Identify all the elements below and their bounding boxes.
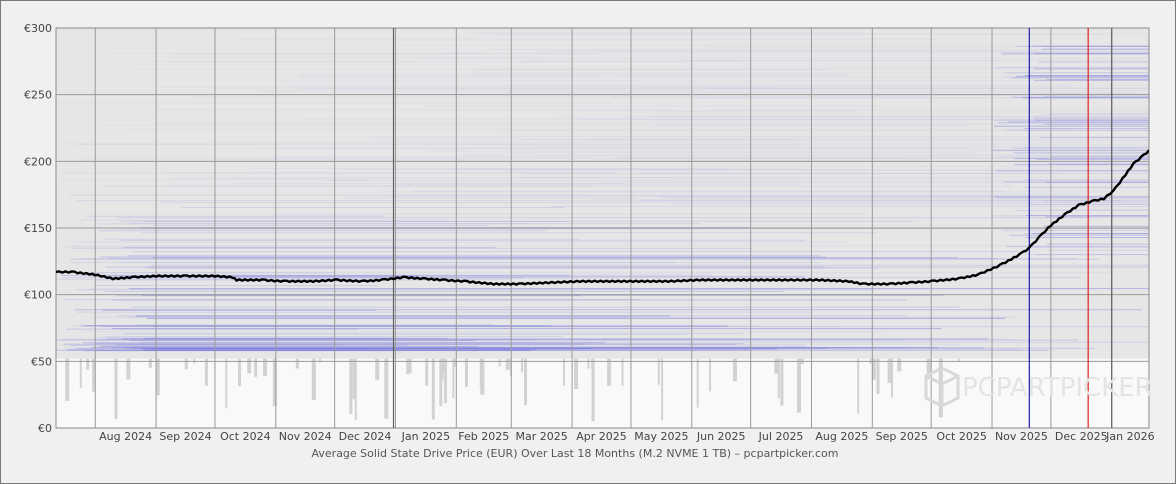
x-tick-label: Oct 2025 — [936, 430, 987, 443]
y-tick-label: €50 — [31, 355, 52, 368]
chart-caption: Average Solid State Drive Price (EUR) Ov… — [312, 447, 839, 460]
x-tick-label: Feb 2025 — [458, 430, 509, 443]
y-tick-label: €150 — [24, 222, 52, 235]
x-tick-label: Aug 2025 — [815, 430, 868, 443]
x-tick-label: Dec 2025 — [1055, 430, 1108, 443]
x-tick-label: May 2025 — [634, 430, 688, 443]
x-tick-label: Dec 2024 — [339, 430, 392, 443]
x-tick-label: Oct 2024 — [220, 430, 271, 443]
y-tick-label: €250 — [24, 89, 52, 102]
x-tick-label: Sep 2025 — [876, 430, 928, 443]
y-tick-label: €0 — [38, 422, 52, 435]
y-tick-label: €300 — [24, 22, 52, 35]
x-tick-label: Jan 2025 — [401, 430, 450, 443]
watermark-text: PCPARTPICKER — [962, 373, 1153, 403]
x-tick-label: Apr 2025 — [576, 430, 627, 443]
x-tick-label: Jan 2026 — [1105, 430, 1154, 443]
price-history-chart: PCPARTPICKER €0 €50 €100 €150 €200 €250 €300 Au… — [24, 22, 1155, 460]
x-tick-label: Nov 2025 — [995, 430, 1048, 443]
x-tick-label: Aug 2024 — [99, 430, 152, 443]
x-tick-label: Jul 2025 — [758, 430, 804, 443]
x-tick-label: Nov 2024 — [279, 430, 332, 443]
x-tick-label: Sep 2024 — [159, 430, 211, 443]
x-tick-label: Mar 2025 — [516, 430, 568, 443]
y-tick-label: €200 — [24, 155, 52, 168]
x-tick-label: Jun 2025 — [696, 430, 746, 443]
y-tick-label: €100 — [24, 289, 52, 302]
